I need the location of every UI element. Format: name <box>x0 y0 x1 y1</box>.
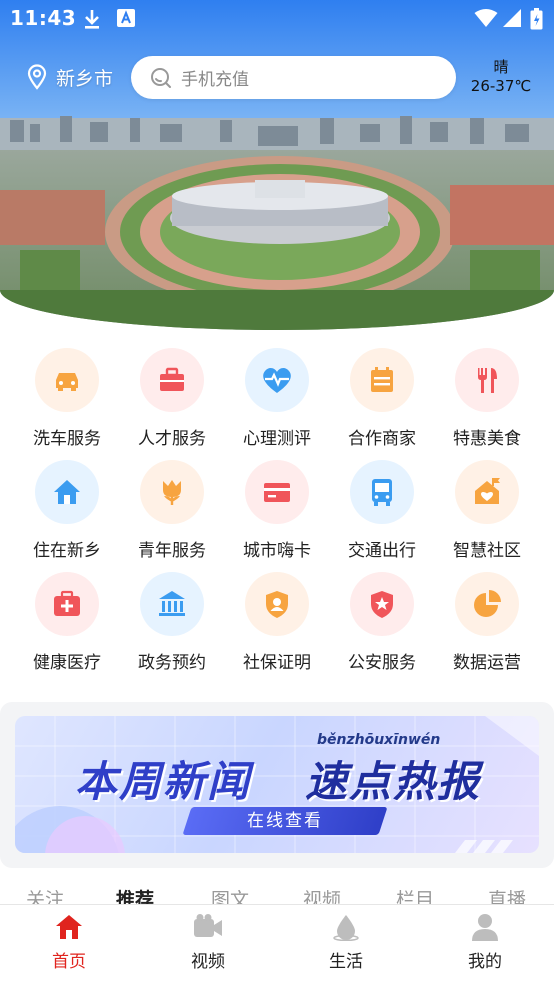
nav-video[interactable]: 视频 <box>168 913 248 972</box>
user-icon <box>472 914 498 941</box>
location-selector[interactable]: 新乡市 <box>26 62 113 92</box>
service-living[interactable]: 住在新乡 <box>17 460 117 561</box>
tab-video[interactable]: 视频 <box>303 885 341 904</box>
service-label: 智慧社区 <box>453 541 521 561</box>
content-tabs: 关注 推荐 图文 视频 栏目 直播 <box>0 882 554 904</box>
location-pin-icon <box>27 64 47 90</box>
service-label: 人才服务 <box>138 429 206 449</box>
service-label: 公安服务 <box>348 653 416 673</box>
service-gov-appointment[interactable]: 政务预约 <box>122 572 222 673</box>
city-name: 新乡市 <box>56 67 114 90</box>
service-label: 住在新乡 <box>33 541 101 561</box>
search-bar[interactable]: 手机充值 <box>131 56 456 99</box>
service-talent[interactable]: 人才服务 <box>122 348 222 449</box>
home-icon <box>56 915 82 939</box>
service-psych-test[interactable]: 心理测评 <box>227 348 327 449</box>
service-label: 城市嗨卡 <box>243 541 311 561</box>
service-label: 心理测评 <box>243 429 311 449</box>
service-city-card[interactable]: 城市嗨卡 <box>227 460 327 561</box>
cutlery-icon <box>455 348 519 412</box>
video-camera-icon <box>194 914 222 937</box>
service-police[interactable]: 公安服务 <box>332 572 432 673</box>
service-label: 社保证明 <box>243 653 311 673</box>
heart-pulse-icon <box>245 348 309 412</box>
signal-icon <box>503 9 521 27</box>
service-label: 青年服务 <box>138 541 206 561</box>
nav-profile[interactable]: 我的 <box>445 913 525 972</box>
weather-condition: 晴 <box>493 58 509 76</box>
view-online-button[interactable]: 在线查看 <box>187 807 383 835</box>
banner-title-secondary: 速点热报 <box>305 757 482 806</box>
service-smart-community[interactable]: 智慧社区 <box>437 460 537 561</box>
police-badge-icon <box>350 572 414 636</box>
battery-icon <box>530 8 543 30</box>
banner-pinyin: běnzhōuxīnwén <box>317 732 441 748</box>
government-icon <box>140 572 204 636</box>
bottom-navigation: 首页 视频 生活 我的 <box>0 904 554 984</box>
tulip-icon <box>140 460 204 524</box>
nav-label: 我的 <box>468 952 502 972</box>
briefcase-icon <box>140 348 204 412</box>
community-icon <box>455 460 519 524</box>
service-food-deals[interactable]: 特惠美食 <box>437 348 537 449</box>
service-youth[interactable]: 青年服务 <box>122 460 222 561</box>
nav-label: 首页 <box>52 952 86 972</box>
service-label: 政务预约 <box>138 653 206 673</box>
banner-title-primary: 本周新闻 <box>75 757 252 806</box>
store-icon <box>350 348 414 412</box>
wifi-icon <box>474 9 498 27</box>
search-placeholder: 手机充值 <box>181 70 249 90</box>
service-data-ops[interactable]: 数据运营 <box>437 572 537 673</box>
tab-columns[interactable]: 栏目 <box>396 885 434 904</box>
tab-follow[interactable]: 关注 <box>26 885 64 904</box>
home-icon <box>35 460 99 524</box>
city-aerial-image <box>0 0 554 330</box>
nav-life[interactable]: 生活 <box>306 913 386 972</box>
service-healthcare[interactable]: 健康医疗 <box>17 572 117 673</box>
download-icon <box>85 10 99 29</box>
card-icon <box>245 460 309 524</box>
service-label: 交通出行 <box>348 541 416 561</box>
nav-label: 生活 <box>329 952 363 972</box>
bus-icon <box>350 460 414 524</box>
pie-chart-icon <box>455 572 519 636</box>
nav-label: 视频 <box>191 952 225 972</box>
hero-banner: 11:43 新乡市 手机充值 晴 26-37℃ <box>0 0 554 330</box>
social-security-icon <box>245 572 309 636</box>
drop-icon <box>333 915 359 941</box>
service-label: 洗车服务 <box>33 429 101 449</box>
service-label: 特惠美食 <box>453 429 521 449</box>
car-icon <box>35 348 99 412</box>
tab-image-text[interactable]: 图文 <box>211 885 249 904</box>
status-time: 11:43 <box>10 6 77 30</box>
app-notification-icon <box>117 9 135 27</box>
service-label: 数据运营 <box>453 653 521 673</box>
service-label: 健康医疗 <box>33 653 101 673</box>
medical-kit-icon <box>35 572 99 636</box>
service-partner-merchants[interactable]: 合作商家 <box>332 348 432 449</box>
nav-home[interactable]: 首页 <box>29 913 109 972</box>
search-icon <box>151 67 171 88</box>
status-bar: 11:43 <box>0 0 554 38</box>
service-transport[interactable]: 交通出行 <box>332 460 432 561</box>
service-label: 合作商家 <box>348 429 416 449</box>
tab-live[interactable]: 直播 <box>488 885 526 904</box>
service-car-wash[interactable]: 洗车服务 <box>17 348 117 449</box>
weather-widget: 晴 26-37℃ <box>466 58 536 96</box>
service-social-security[interactable]: 社保证明 <box>227 572 327 673</box>
weather-temperature: 26-37℃ <box>470 77 532 95</box>
tab-recommend[interactable]: 推荐 <box>116 885 154 904</box>
news-banner[interactable]: běnzhōuxīnwén 本周新闻 速点热报 在线查看 <box>15 716 539 853</box>
